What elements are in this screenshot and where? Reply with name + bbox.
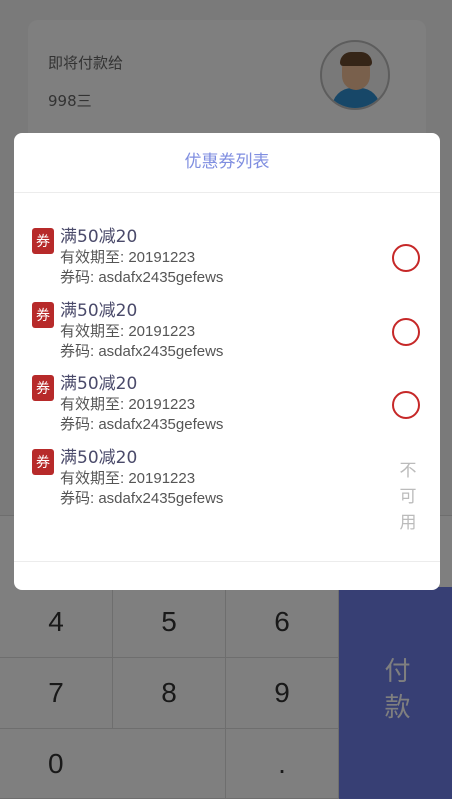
coupon-expiry: 有效期至: 20191223	[60, 396, 196, 413]
coupon-item: 券 满50减20 有效期至: 20191223 券码: asdafx2435ge…	[14, 442, 440, 533]
coupon-item[interactable]: 券 满50减20 有效期至: 20191223 券码: asdafx2435ge…	[14, 221, 440, 295]
coupon-expiry: 有效期至: 20191223	[60, 249, 196, 266]
coupon-name: 满50减20	[60, 300, 138, 321]
modal-footer	[14, 561, 440, 590]
coupon-radio[interactable]	[392, 391, 420, 419]
coupon-code: 券码: asdafx2435gefews	[60, 342, 224, 360]
coupon-name: 满50减20	[60, 447, 138, 468]
coupon-expiry: 有效期至: 20191223	[60, 469, 196, 487]
coupon-unavailable-label: 不可用	[399, 460, 417, 533]
coupon-item[interactable]: 券 满50减20 有效期至: 20191223 券码: asdafx2435ge…	[14, 368, 440, 442]
coupon-badge-icon: 券	[32, 448, 54, 475]
coupon-code: 券码: asdafx2435gefews	[60, 269, 224, 286]
modal-title: 优惠券列表	[14, 133, 440, 193]
coupon-radio[interactable]	[392, 244, 420, 272]
coupon-item[interactable]: 券 满50减20 有效期至: 20191223 券码: asdafx2435ge…	[14, 295, 440, 369]
coupon-badge-icon: 券	[32, 228, 54, 254]
coupon-code: 券码: asdafx2435gefews	[60, 416, 224, 433]
coupon-name: 满50减20	[60, 227, 138, 247]
coupon-list: 券 满50减20 有效期至: 20191223 券码: asdafx2435ge…	[14, 221, 440, 533]
coupon-code: 券码: asdafx2435gefews	[60, 489, 224, 507]
coupon-expiry: 有效期至: 20191223	[60, 322, 196, 340]
coupon-list-modal: 优惠券列表 券 满50减20 有效期至: 20191223 券码: asdafx…	[14, 133, 440, 590]
coupon-radio[interactable]	[392, 317, 420, 346]
coupon-badge-icon: 券	[32, 301, 54, 328]
coupon-badge-icon: 券	[32, 375, 54, 401]
coupon-name: 满50减20	[60, 374, 138, 394]
